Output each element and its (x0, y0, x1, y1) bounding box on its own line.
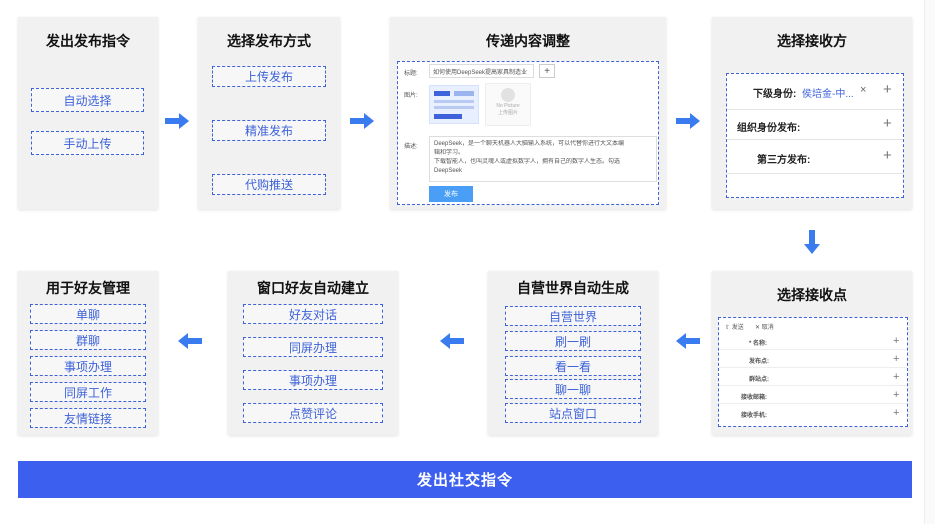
option-chat[interactable]: 聊一聊 (505, 379, 641, 399)
image-label: 图片: (404, 93, 418, 99)
placeholder-upload-text: 上传图片 (497, 110, 518, 116)
option-browse[interactable]: 刷一刷 (505, 331, 641, 351)
receive-label: 接收手机: (741, 413, 767, 419)
step-card-adjust-content: 传递内容调整 标题: 如何使用DeepSeek提高家具制造业 + 图片: No … (390, 17, 666, 209)
publish-button[interactable]: 发布 (429, 186, 473, 202)
step-title: 窗口好友自动建立 (257, 280, 369, 296)
step-card-choose-publish-method: 选择发布方式 上传发布 精准发布 代购推送 (198, 17, 340, 209)
receive-label: 接收邮箱: (741, 395, 767, 401)
receive-row: * 名称: + (719, 332, 907, 350)
description-textarea[interactable]: DeepSeek，是一个聊天机器人大脑输入系统，可以代替你进行大文本编 辑和学习… (429, 136, 657, 182)
step-card-self-world-auto-generate: 自营世界自动生成 自营世界 刷一刷 看一看 聊一聊 站点窗口 (488, 271, 658, 435)
receive-label: 发布点: (749, 359, 769, 365)
description-line: 辑和学习。 (434, 150, 465, 156)
receive-row: 发布点: + (719, 350, 907, 368)
send-social-command-banner[interactable]: 发出社交指令 (18, 461, 912, 498)
scrollbar[interactable] (924, 0, 935, 524)
step-title: 用于好友管理 (46, 280, 130, 296)
receive-label: * 名称: (749, 341, 768, 347)
option-single-chat[interactable]: 单聊 (30, 304, 146, 324)
content-form: 标题: 如何使用DeepSeek提高家具制造业 + 图片: No Picture… (397, 61, 659, 205)
receive-label: 群站点: (749, 377, 769, 383)
plus-icon: + (544, 65, 550, 77)
arrow-left-icon (440, 333, 464, 349)
step-card-window-friends-auto-build: 窗口好友自动建立 好友对话 同屏办理 事项办理 点赞评论 (228, 271, 398, 435)
close-icon[interactable]: × (860, 84, 866, 96)
receiver-row-third-party: 第三方发布: + (727, 140, 903, 174)
option-same-screen-handle[interactable]: 同屏办理 (243, 337, 383, 357)
option-view[interactable]: 看一看 (505, 356, 641, 376)
plus-icon[interactable]: + (893, 407, 899, 419)
send-icon: ⇧ (725, 325, 732, 331)
step-title: 传递内容调整 (486, 33, 570, 49)
plus-icon[interactable]: + (893, 389, 899, 401)
image-upload-placeholder[interactable]: No Picture 上传图片 (485, 83, 531, 126)
picture-icon (501, 88, 515, 102)
arrow-right-icon (676, 113, 700, 129)
option-like-comment[interactable]: 点赞评论 (243, 403, 383, 423)
arrow-right-icon (165, 113, 189, 129)
description-line: 下载智能人，也叫灵魂人或虚拟数字人，拥有自己的数字人生态。勾选 (434, 159, 621, 165)
option-same-screen-work[interactable]: 同屏工作 (30, 382, 146, 402)
description-line: DeepSeek，是一个聊天机器人大脑输入系统，可以代替你进行大文本编 (434, 141, 625, 147)
option-self-world[interactable]: 自营世界 (505, 306, 641, 326)
arrow-left-icon (676, 333, 700, 349)
send-label: 发送 (731, 325, 744, 331)
receive-row: 接收邮箱: + (719, 386, 907, 404)
step-card-choose-receive-point: 选择接收点 ⇧ 发送 ✕ 取消 * 名称: + 发布点: + 群站点: + 接收… (712, 271, 912, 435)
step-card-choose-receiver: 选择接收方 下级身份: 侯培金-中... × + 组织身份发布: + 第三方发布… (712, 17, 912, 209)
close-icon: ✕ (755, 325, 762, 331)
option-precise-publish[interactable]: 精准发布 (212, 120, 326, 141)
option-upload-publish[interactable]: 上传发布 (212, 66, 326, 87)
receiver-label: 组织身份发布: (737, 123, 801, 134)
option-site-window[interactable]: 站点窗口 (505, 403, 641, 423)
title-input-value: 如何使用DeepSeek提高家具制造业 (433, 70, 528, 76)
image-thumbnail[interactable] (429, 85, 479, 124)
receiver-row-subordinate: 下级身份: 侯培金-中... × + (727, 74, 903, 110)
option-auto-select[interactable]: 自动选择 (31, 88, 144, 112)
option-manual-upload[interactable]: 手动上传 (31, 131, 144, 155)
step-title: 选择接收点 (777, 287, 847, 303)
receive-row: 接收手机: + (719, 404, 907, 422)
step-title: 选择接收方 (777, 33, 847, 49)
step-title: 发出发布指令 (46, 33, 130, 49)
plus-icon[interactable]: + (893, 335, 899, 347)
receive-point-panel: ⇧ 发送 ✕ 取消 * 名称: + 发布点: + 群站点: + 接收邮箱: + … (718, 317, 908, 427)
receive-row: 群站点: + (719, 368, 907, 386)
option-friend-link[interactable]: 友情链接 (30, 408, 146, 428)
arrow-down-icon (804, 230, 820, 254)
add-receiver-plus-icon[interactable]: + (883, 115, 892, 132)
option-matter-handle[interactable]: 事项办理 (243, 370, 383, 390)
step-card-send-publish-command: 发出发布指令 自动选择 手动上传 (18, 17, 158, 209)
plus-icon[interactable]: + (893, 371, 899, 383)
arrow-left-icon (178, 333, 202, 349)
cancel-label: 取消 (761, 325, 774, 331)
title-input[interactable]: 如何使用DeepSeek提高家具制造业 (429, 64, 534, 78)
option-group-chat[interactable]: 群聊 (30, 330, 146, 350)
step-title: 自营世界自动生成 (517, 280, 629, 296)
description-label: 描述: (404, 144, 418, 150)
receiver-panel: 下级身份: 侯培金-中... × + 组织身份发布: + 第三方发布: + (726, 73, 904, 198)
send-button[interactable]: ⇧ 发送 (725, 322, 744, 331)
add-title-button[interactable]: + (539, 64, 555, 78)
step-title: 选择发布方式 (227, 33, 311, 49)
receiver-label: 第三方发布: (757, 155, 811, 166)
option-friend-chat[interactable]: 好友对话 (243, 304, 383, 324)
receiver-row-organization: 组织身份发布: + (727, 110, 903, 140)
title-label: 标题: (404, 71, 418, 77)
option-proxy-push[interactable]: 代购推送 (212, 174, 326, 195)
plus-icon[interactable]: + (893, 353, 899, 365)
receiver-label: 下级身份: (753, 89, 797, 100)
cancel-button[interactable]: ✕ 取消 (755, 322, 774, 331)
add-receiver-plus-icon[interactable]: + (883, 147, 892, 164)
description-line: DeepSeek (434, 168, 463, 174)
arrow-right-icon (350, 113, 374, 129)
step-card-friend-management: 用于好友管理 单聊 群聊 事项办理 同屏工作 友情链接 (18, 271, 158, 435)
add-receiver-plus-icon[interactable]: + (883, 81, 892, 98)
option-matter-handle[interactable]: 事项办理 (30, 356, 146, 376)
receiver-tag[interactable]: 侯培金-中... (802, 85, 854, 100)
